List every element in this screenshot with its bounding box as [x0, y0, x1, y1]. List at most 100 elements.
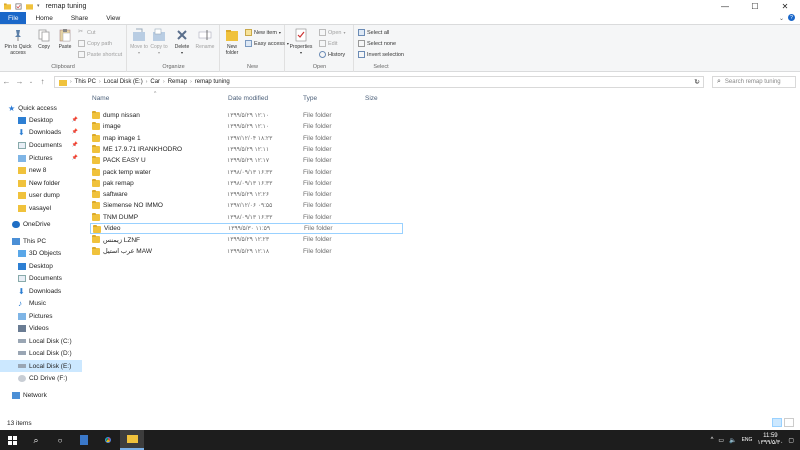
nav-pc-downloads[interactable]: ⬇ Downloads	[0, 285, 82, 297]
nav-vasayel[interactable]: vasayel	[0, 202, 82, 214]
refresh-button[interactable]: ↻	[690, 76, 704, 88]
search-taskbar-button[interactable]: ⌕	[24, 430, 48, 450]
table-row[interactable]: زیمنس LZNF ۱۳۹۹/۵/۲۹ ۱۲:۲۳ File folder	[90, 234, 403, 245]
nav-new-folder[interactable]: New folder	[0, 177, 82, 189]
select-all-button[interactable]: Select all	[358, 29, 389, 36]
table-row[interactable]: map image 1 ۱۳۹۷/۱۲/۰۴ ۱۸:۲۳ File folder	[90, 133, 403, 144]
nav-cd-drive-f[interactable]: CD Drive (F:)	[0, 372, 82, 384]
paste-button[interactable]: Paste	[56, 28, 74, 50]
new-folder-icon[interactable]	[26, 3, 33, 10]
table-row[interactable]: Siemense NO IMMO ۱۳۹۷/۱۲/۰۶ ۰۹:۵۵ File fol…	[90, 200, 403, 211]
calculator-taskbar-button[interactable]	[72, 430, 96, 450]
column-name[interactable]: Name	[92, 95, 109, 102]
clock[interactable]: 11:59 ۱۳۹۹/۵/۳۰	[757, 433, 783, 447]
search-box[interactable]: ⌕ Search remap tuning	[712, 76, 796, 88]
breadcrumb-local-disk-e[interactable]: Local Disk (E:)	[104, 79, 143, 85]
table-row[interactable]: عرب استیل MAW ۱۳۹۹/۵/۲۹ ۱۲:۱۸ File folder	[90, 246, 403, 257]
back-button[interactable]: ←	[0, 73, 13, 90]
nav-pc-desktop[interactable]: Desktop	[0, 260, 82, 272]
nav-desktop[interactable]: Desktop 📌	[0, 114, 82, 126]
breadcrumb-car[interactable]: Car	[150, 79, 160, 85]
nav-pictures[interactable]: Pictures 📌	[0, 152, 82, 164]
customize-toolbar-icon[interactable]: ▾	[37, 3, 40, 9]
nav-network[interactable]: Network	[0, 389, 82, 401]
copy-button[interactable]: Copy	[36, 28, 52, 50]
minimize-button[interactable]: —	[710, 0, 740, 12]
details-view-button[interactable]	[772, 418, 782, 427]
properties-button[interactable]: Properties ▾	[289, 28, 313, 56]
table-row[interactable]: pack temp water ۱۳۹۸/۰۹/۱۳ ۱۶:۳۳ File fold…	[90, 167, 403, 178]
large-icons-view-button[interactable]	[784, 418, 794, 427]
table-row[interactable]: dump nissan ۱۳۹۹/۵/۲۹ ۱۲:۱۰ File folder	[90, 110, 403, 121]
help-icon[interactable]: ?	[788, 14, 795, 21]
nav-pc-pictures[interactable]: Pictures	[0, 310, 82, 322]
table-row[interactable]: pak remap ۱۳۹۸/۰۹/۱۳ ۱۶:۳۳ File folder	[90, 178, 403, 189]
breadcrumb-separator[interactable]: ›	[190, 79, 192, 85]
nav-local-disk-e[interactable]: Local Disk (E:)	[0, 360, 82, 372]
delete-button[interactable]: Delete ▾	[172, 28, 192, 56]
nav-local-disk-c[interactable]: Local Disk (C:)	[0, 335, 82, 347]
column-date-modified[interactable]: Date modified	[228, 95, 268, 102]
nav-new-8[interactable]: new 8	[0, 164, 82, 176]
task-view-button[interactable]: ○	[48, 430, 72, 450]
nav-pc-documents[interactable]: Documents	[0, 272, 82, 284]
easy-access-button[interactable]: Easy access ▾	[245, 40, 289, 47]
network-tray-icon[interactable]: ▭	[718, 437, 724, 444]
table-row[interactable]: image ۱۳۹۹/۵/۲۹ ۱۲:۱۰ File folder	[90, 121, 403, 132]
volume-icon[interactable]: 🔈	[729, 437, 736, 444]
file-explorer-taskbar-button[interactable]	[120, 430, 144, 450]
breadcrumb-separator[interactable]: ›	[163, 79, 165, 85]
breadcrumb-separator[interactable]: ›	[146, 79, 148, 85]
nav-3d-objects[interactable]: 3D Objects	[0, 247, 82, 259]
move-to-button[interactable]: Move to ▾	[130, 28, 148, 56]
breadcrumb-separator[interactable]: ›	[99, 79, 101, 85]
new-item-button[interactable]: New item ▾	[245, 29, 281, 36]
select-none-button[interactable]: Select none	[358, 40, 396, 47]
cut-button[interactable]: ✂ Cut	[78, 29, 96, 36]
tab-share[interactable]: Share	[62, 12, 97, 24]
nav-local-disk-d[interactable]: Local Disk (D:)	[0, 347, 82, 359]
language-indicator[interactable]: ENG	[742, 437, 753, 443]
rename-button[interactable]: Rename	[194, 28, 216, 50]
tab-view[interactable]: View	[97, 12, 129, 24]
properties-icon[interactable]	[15, 3, 22, 10]
table-row[interactable]: PACK EASY U ۱۳۹۹/۵/۲۹ ۱۲:۱۷ File folder	[90, 155, 403, 166]
maximize-button[interactable]: ☐	[740, 0, 770, 12]
show-hidden-icons-icon[interactable]: ^	[711, 437, 714, 443]
nav-user-dump[interactable]: user dump	[0, 189, 82, 201]
copy-path-button[interactable]: Copy path	[78, 40, 112, 47]
table-row[interactable]: saftware ۱۳۹۹/۵/۲۹ ۱۲:۲۶ File folder	[90, 189, 403, 200]
nav-downloads[interactable]: ⬇ Downloads 📌	[0, 126, 82, 138]
up-button[interactable]: ↑	[36, 73, 49, 90]
chrome-taskbar-button[interactable]	[96, 430, 120, 450]
nav-onedrive[interactable]: OneDrive	[0, 218, 82, 230]
nav-music[interactable]: ♪ Music	[0, 297, 82, 309]
paste-shortcut-button[interactable]: Paste shortcut	[78, 51, 122, 58]
table-row[interactable]: ME 17.9.71 IRANKHODRO ۱۳۹۹/۵/۲۹ ۱۲:۱۱ File…	[90, 144, 403, 155]
ribbon-collapse-icon[interactable]: ⌄	[779, 15, 784, 22]
pin-quick-access-button[interactable]: Pin to Quick access	[3, 28, 33, 56]
history-button[interactable]: History	[319, 51, 345, 58]
start-button[interactable]	[0, 430, 24, 450]
copy-to-button[interactable]: Copy to ▾	[150, 28, 168, 56]
edit-button[interactable]: Edit	[319, 40, 337, 47]
close-button[interactable]: ✕	[770, 0, 800, 12]
invert-selection-button[interactable]: Invert selection	[358, 51, 404, 58]
tab-home[interactable]: Home	[26, 12, 61, 24]
table-row[interactable]: Video ۱۳۹۹/۵/۳۰ ۱۱:۵۹ File folder	[90, 223, 403, 234]
recent-locations-button[interactable]: ⌄	[26, 73, 36, 90]
new-folder-button[interactable]: New folder	[223, 28, 241, 56]
column-type[interactable]: Type	[303, 95, 317, 102]
breadcrumb-remap[interactable]: Remap	[168, 79, 187, 85]
nav-this-pc[interactable]: This PC	[0, 235, 82, 247]
open-button[interactable]: Open ▾	[319, 29, 345, 36]
nav-quick-access[interactable]: ★ Quick access	[8, 102, 90, 114]
address-bar[interactable]: › This PC › Local Disk (E:) › Car › Rema…	[54, 76, 704, 88]
breadcrumb-remap-tuning[interactable]: remap tuning	[195, 79, 230, 85]
breadcrumb-this-pc[interactable]: This PC	[75, 79, 96, 85]
table-row[interactable]: TNM DUMP ۱۳۹۸/۰۹/۱۳ ۱۶:۳۳ File folder	[90, 212, 403, 223]
column-size[interactable]: Size	[365, 95, 378, 102]
forward-button[interactable]: →	[13, 73, 26, 90]
nav-videos[interactable]: Videos	[0, 322, 82, 334]
tab-file[interactable]: File	[0, 12, 27, 24]
